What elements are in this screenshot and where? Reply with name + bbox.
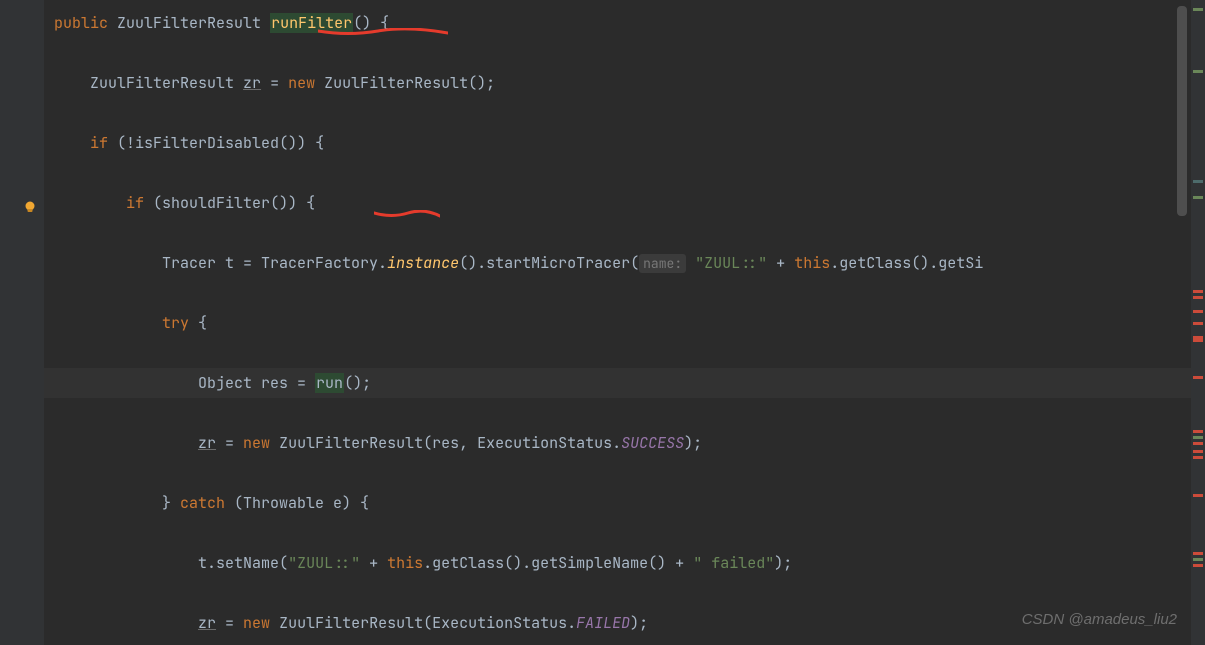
text: (! (108, 133, 135, 153)
ctor: ZuulFilterResult(ExecutionStatus. (270, 613, 576, 633)
op: = (261, 73, 288, 93)
var-zr: zr (198, 613, 216, 633)
text: ()) { (270, 193, 315, 213)
marker[interactable] (1193, 310, 1203, 313)
method-call: startMicroTracer (486, 253, 630, 273)
class: TracerFactory. (261, 253, 387, 273)
enum-const: SUCCESS (621, 433, 684, 453)
text: ( (144, 193, 162, 213)
text: + (767, 253, 794, 273)
keyword: catch (180, 493, 225, 513)
marker[interactable] (1193, 290, 1203, 293)
text: } (162, 493, 180, 513)
text: ); (630, 613, 648, 633)
code-editor: public ZuulFilterResult runFilter() { Zu… (0, 0, 1205, 645)
keyword: this (794, 253, 830, 273)
method-call: getSi (938, 253, 983, 273)
marker[interactable] (1193, 180, 1203, 183)
string: "ZUUL::" (288, 553, 360, 573)
type: Tracer (162, 253, 216, 273)
marker[interactable] (1193, 456, 1203, 459)
return-type: ZuulFilterResult (117, 13, 261, 33)
text: ( (630, 253, 639, 273)
keyword: if (126, 193, 144, 213)
string: "ZUUL::" (695, 253, 767, 273)
marker[interactable] (1193, 376, 1203, 379)
code-area[interactable]: public ZuulFilterResult runFilter() { Zu… (44, 0, 1205, 645)
marker[interactable] (1193, 558, 1203, 561)
text: res = (252, 373, 315, 393)
text: (); (468, 73, 495, 93)
marker[interactable] (1193, 436, 1203, 439)
text: = (216, 433, 243, 453)
method-call-run[interactable]: run (315, 373, 344, 393)
marker[interactable] (1193, 430, 1203, 433)
annotation-underline-runFilter (318, 28, 448, 32)
marker[interactable] (1193, 442, 1203, 445)
method-call: shouldFilter (162, 193, 270, 213)
watermark: CSDN @amadeus_liu2 (1022, 605, 1177, 635)
marker[interactable] (1193, 450, 1203, 453)
marker[interactable] (1193, 552, 1203, 555)
method-call: getClass (432, 553, 504, 573)
text: = (216, 613, 243, 633)
keyword: this (387, 553, 423, 573)
text: + (360, 553, 387, 573)
text: (). (504, 553, 531, 573)
keyword: try (162, 313, 189, 333)
marker[interactable] (1193, 564, 1203, 567)
keyword: if (90, 133, 108, 153)
intention-bulb-icon[interactable] (22, 196, 38, 212)
var-zr: zr (243, 73, 261, 93)
type: Object (198, 373, 252, 393)
code-content[interactable]: public ZuulFilterResult runFilter() { Zu… (44, 0, 1205, 645)
text: () + (648, 553, 693, 573)
keyword: new (288, 73, 315, 93)
marker[interactable] (1193, 336, 1203, 342)
text (686, 253, 695, 273)
marker[interactable] (1193, 196, 1203, 199)
enum-const: FAILED (576, 613, 630, 633)
text: { (189, 313, 207, 333)
text: t. (198, 553, 216, 573)
text: . (830, 253, 839, 273)
keyword: new (243, 433, 270, 453)
error-stripe[interactable] (1191, 0, 1205, 645)
marker[interactable] (1193, 70, 1203, 73)
text: ); (684, 433, 702, 453)
marker[interactable] (1193, 322, 1203, 325)
gutter[interactable] (0, 0, 44, 645)
ctor: ZuulFilterResult (324, 73, 468, 93)
marker[interactable] (1193, 8, 1203, 11)
method-call: getClass (839, 253, 911, 273)
marker[interactable] (1193, 494, 1203, 497)
method-call: isFilterDisabled (135, 133, 279, 153)
text: (Throwable e) { (225, 493, 369, 513)
marker[interactable] (1193, 296, 1203, 299)
method-static: instance (387, 253, 459, 273)
text: ( (279, 553, 288, 573)
type: ZuulFilterResult (90, 73, 234, 93)
text: (). (459, 253, 486, 273)
text: (); (344, 373, 371, 393)
annotation-underline-run (374, 210, 440, 214)
scroll-thumb[interactable] (1177, 6, 1187, 216)
text: t = (216, 253, 261, 273)
keyword: public (54, 13, 108, 33)
current-line[interactable]: Object res = run(); (44, 368, 1205, 398)
string: " failed" (693, 553, 774, 573)
method-call: setName (216, 553, 279, 573)
ctor: ZuulFilterResult(res, ExecutionStatus. (270, 433, 621, 453)
param-hint: name: (639, 254, 686, 273)
var-zr: zr (198, 433, 216, 453)
text: ); (774, 553, 792, 573)
method-call: getSimpleName (531, 553, 648, 573)
text: ()) { (279, 133, 324, 153)
text: . (423, 553, 432, 573)
keyword: new (243, 613, 270, 633)
text: (). (911, 253, 938, 273)
scroll-track[interactable] (1175, 0, 1187, 645)
